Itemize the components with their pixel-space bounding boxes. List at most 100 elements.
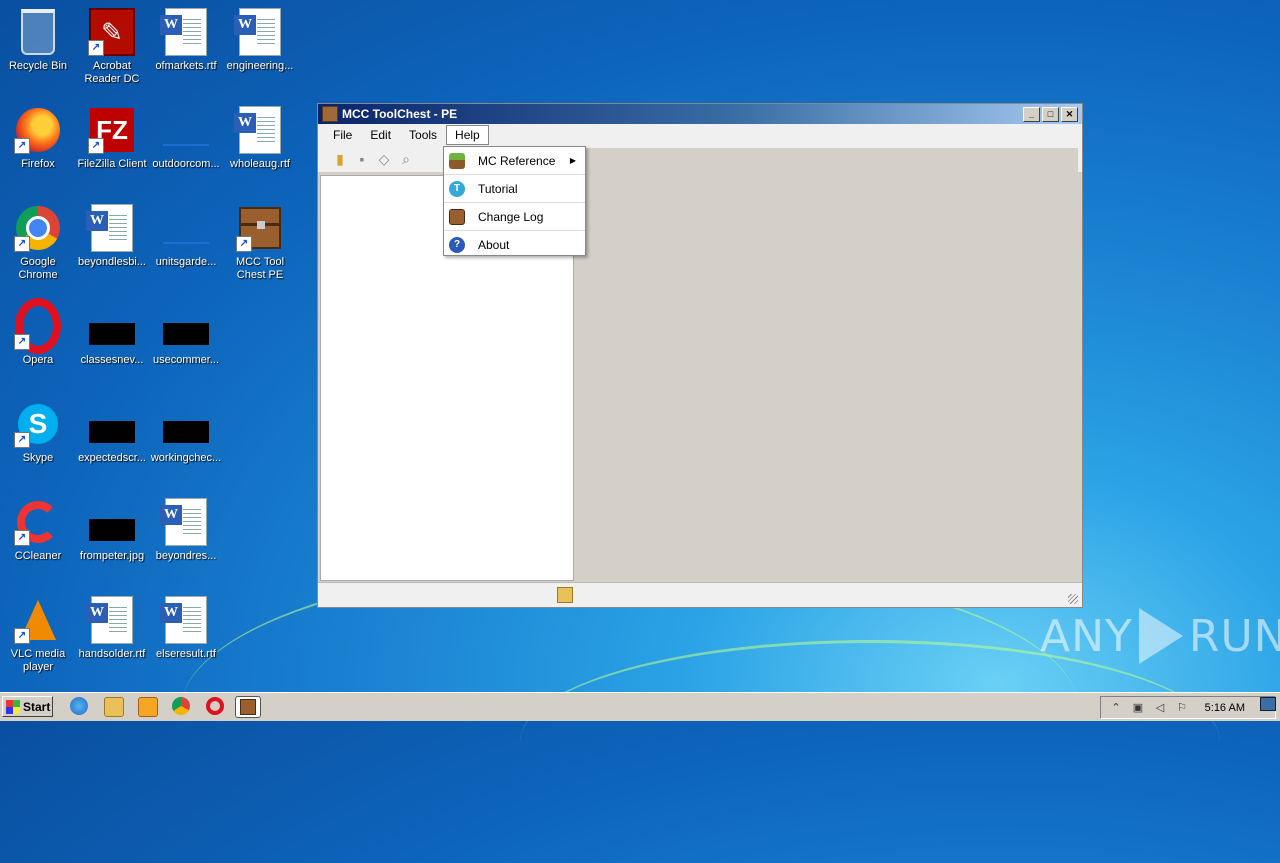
desktop-icon-elseresult[interactable]: W elseresult.rtf — [148, 592, 224, 661]
desktop-icon-outdoorcom[interactable]: outdoorcom... — [148, 102, 224, 171]
desktop-icon-expectedscr[interactable]: expectedscr... — [74, 396, 150, 465]
chrome-icon: ↗ — [14, 204, 62, 252]
ccleaner-icon: ↗ — [14, 498, 62, 546]
chest-icon — [322, 106, 338, 122]
menu-item-change-log[interactable]: Change Log — [444, 203, 585, 231]
desktop-icon-classesnev[interactable]: classesnev... — [74, 298, 150, 367]
desktop-icon-usecommer[interactable]: usecommer... — [148, 298, 224, 367]
desktop-icon-engineering[interactable]: W engineering... — [222, 4, 298, 73]
word-document-icon: W — [86, 204, 136, 252]
start-label: Start — [23, 699, 51, 714]
desktop-icon-beyondres[interactable]: W beyondres... — [148, 494, 224, 563]
window-title: MCC ToolChest - PE — [342, 107, 458, 121]
resize-grip[interactable] — [1068, 594, 1078, 604]
menu-tools[interactable]: Tools — [400, 125, 446, 145]
menu-file[interactable]: File — [324, 125, 361, 145]
desktop-icon-label: expectedscr... — [78, 452, 146, 464]
word-document-icon: W — [234, 8, 284, 56]
desktop-icon-skype[interactable]: S ↗ Skype — [0, 396, 76, 465]
desktop-icon-label: classesnev... — [80, 354, 144, 366]
maximize-button[interactable]: □ — [1042, 107, 1059, 122]
anyrun-watermark: ANY RUN — [1040, 608, 1280, 664]
internet-explorer-icon[interactable] — [70, 697, 88, 715]
close-button[interactable]: ✕ — [1061, 107, 1078, 122]
menu-edit[interactable]: Edit — [361, 125, 400, 145]
opera-taskbar-icon[interactable] — [206, 697, 224, 715]
watermark-right-text: RUN — [1188, 610, 1280, 662]
desktop-icon-label: wholeaug.rtf — [230, 158, 290, 170]
desktop-icon-label: Firefox — [21, 158, 55, 170]
vlc-icon: ↗ — [14, 596, 62, 644]
volume-icon[interactable]: ◁ — [1153, 701, 1167, 715]
desktop-icon-label: ofmarkets.rtf — [155, 60, 217, 72]
menu-item-label: MC Reference — [478, 153, 556, 168]
mcc-toolchest-taskbar-button[interactable] — [235, 696, 261, 718]
help-icon: ? — [449, 236, 465, 253]
image-thumbnail-icon — [162, 400, 210, 448]
chrome-taskbar-icon[interactable] — [172, 697, 190, 715]
menu-item-label: Tutorial — [478, 181, 518, 196]
image-thumbnail-icon — [162, 106, 210, 154]
desktop-icon-workingchec[interactable]: workingchec... — [148, 396, 224, 465]
network-icon[interactable]: ▣ — [1131, 701, 1145, 715]
desktop-icon-handsolder[interactable]: W handsolder.rtf — [74, 592, 150, 661]
taskbar: Start ⌃ ▣ ◁ ⚐ 5:16 AM — [0, 692, 1280, 721]
desktop-icon-label: beyondlesbi... — [78, 256, 146, 268]
file-explorer-icon[interactable] — [104, 697, 124, 717]
desktop-icon-label: MCC Tool Chest PE — [235, 256, 285, 281]
menubar: File Edit Tools Help — [318, 124, 1082, 146]
action-center-flag-icon[interactable]: ⚐ — [1175, 701, 1189, 715]
acrobat-icon: ✎ ↗ — [88, 8, 136, 56]
image-thumbnail-icon — [88, 302, 136, 350]
show-hidden-icons-icon[interactable]: ⌃ — [1109, 701, 1123, 715]
desktop-icon-beyondlesbi[interactable]: W beyondlesbi... — [74, 200, 150, 269]
menu-item-about[interactable]: ? About — [444, 231, 585, 258]
desktop-icon-google-chrome[interactable]: ↗ Google Chrome — [0, 200, 76, 282]
desktop-icon-label: Recycle Bin — [8, 60, 68, 72]
opera-icon: ↗ — [14, 298, 62, 354]
desktop-icon-acrobat-reader[interactable]: ✎ ↗ Acrobat Reader DC — [74, 4, 150, 86]
word-document-icon: W — [86, 596, 136, 644]
window-titlebar[interactable]: MCC ToolChest - PE _ □ ✕ — [318, 104, 1082, 124]
menu-item-label: About — [478, 237, 510, 252]
open-folder-icon[interactable]: ▮ — [332, 151, 348, 167]
desktop-icon-label: Google Chrome — [18, 256, 58, 281]
image-thumbnail-icon — [88, 400, 136, 448]
search-icon[interactable]: ⌕ — [398, 151, 414, 167]
menu-item-tutorial[interactable]: T Tutorial — [444, 175, 585, 203]
desktop-icon-unitsgarde[interactable]: unitsgarde... — [148, 200, 224, 269]
tutorial-icon: T — [449, 180, 465, 197]
statusbar — [318, 582, 1082, 607]
desktop-icon-recycle-bin[interactable]: Recycle Bin — [0, 4, 76, 73]
desktop-icon-label: CCleaner — [14, 550, 62, 562]
desktop-icon-label: VLC media player — [10, 648, 66, 673]
desktop-icon-vlc[interactable]: ↗ VLC media player — [0, 592, 76, 674]
submenu-arrow-icon: ▶ — [569, 156, 576, 165]
desktop-icon-ofmarkets[interactable]: W ofmarkets.rtf — [148, 4, 224, 73]
windows-logo-icon — [6, 699, 20, 714]
desktop-icon-filezilla[interactable]: FZ ↗ FileZilla Client — [74, 102, 150, 171]
desktop-icon-label: unitsgarde... — [155, 256, 217, 268]
media-player-icon[interactable] — [138, 697, 158, 717]
start-button[interactable]: Start — [2, 696, 53, 717]
desktop-icon-opera[interactable]: ↗ Opera — [0, 298, 76, 367]
show-desktop-button[interactable] — [1260, 697, 1276, 711]
clock[interactable]: 5:16 AM — [1205, 702, 1245, 714]
desktop-icon-mcc-tool-chest[interactable]: ↗ MCC Tool Chest PE — [222, 200, 298, 282]
edit-icon[interactable]: ◇ — [376, 151, 392, 167]
desktop-icon-wholeaug[interactable]: W wholeaug.rtf — [222, 102, 298, 171]
desktop-icon-ccleaner[interactable]: ↗ CCleaner — [0, 494, 76, 563]
save-icon[interactable]: ▪ — [354, 151, 370, 167]
desktop-icon-firefox[interactable]: ↗ Firefox — [0, 102, 76, 171]
skype-icon: S ↗ — [14, 400, 62, 448]
chest-icon — [240, 699, 256, 715]
desktop-icon-label: beyondres... — [155, 550, 217, 562]
menu-item-mc-reference[interactable]: MC Reference ▶ — [444, 147, 585, 175]
firefox-icon: ↗ — [14, 106, 62, 154]
menu-help[interactable]: Help — [446, 125, 489, 145]
desktop-icon-frompeter[interactable]: frompeter.jpg — [74, 494, 150, 563]
minimize-button[interactable]: _ — [1023, 107, 1040, 122]
mcc-toolchest-window: MCC ToolChest - PE _ □ ✕ File Edit Tools… — [317, 103, 1083, 608]
wallpaper-swoosh — [520, 640, 1220, 843]
play-triangle-icon — [1138, 608, 1183, 664]
